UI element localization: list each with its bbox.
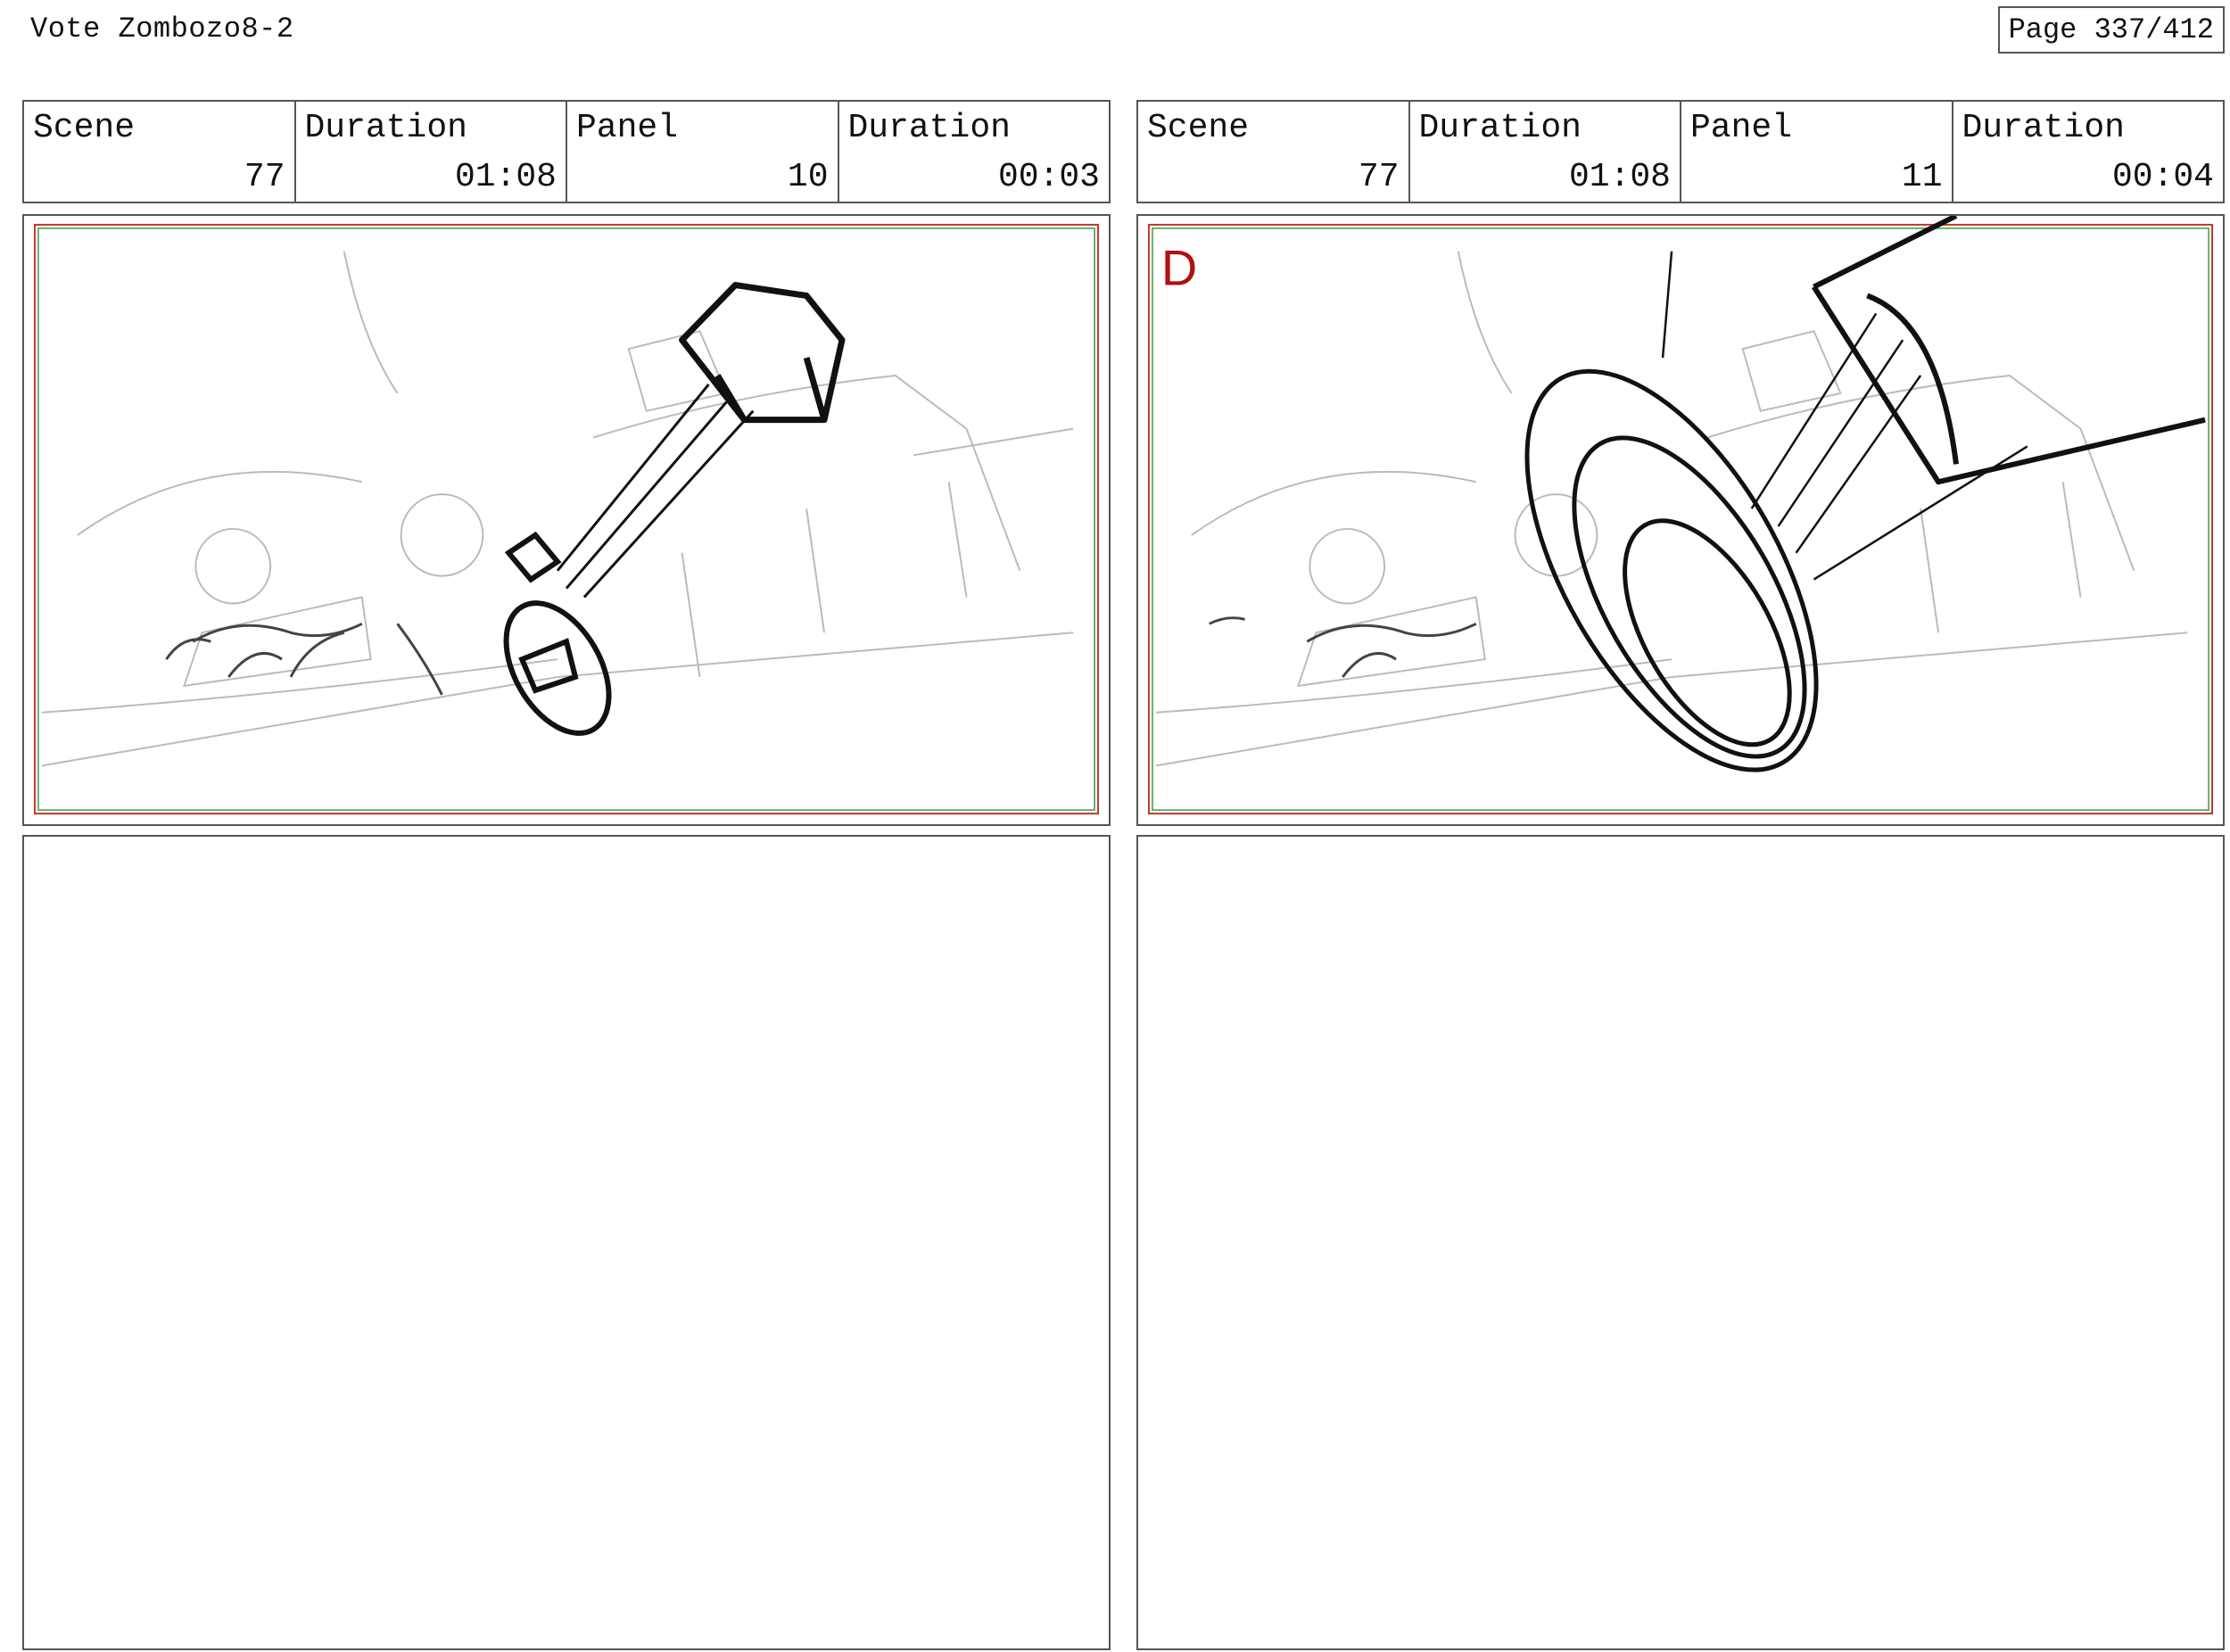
safe-frame-red	[1147, 223, 2214, 815]
motion-lines	[556, 383, 755, 599]
scene-cell: Scene 77	[24, 102, 296, 202]
panel-duration-label: Duration	[1962, 109, 2125, 147]
panel-duration-cell: Duration 00:04	[1953, 102, 2224, 202]
sketch-drawing-10	[33, 223, 1100, 815]
panel-info-row: Scene 77 Duration 01:08 Panel 11 Duratio…	[1136, 100, 2225, 203]
panel-label: Panel	[1690, 109, 1793, 147]
background-sketch	[41, 251, 1074, 767]
panel-column-left: Scene 77 Duration 01:08 Panel 10 Duratio…	[22, 100, 1111, 1650]
storyboard-frame-11: D	[1136, 214, 2225, 826]
mid-sketch	[165, 622, 443, 696]
scene-duration-value: 01:08	[454, 158, 557, 196]
motion-lines	[1661, 251, 2028, 581]
storyboard-frame-10	[22, 214, 1111, 826]
panel-info-row: Scene 77 Duration 01:08 Panel 10 Duratio…	[22, 100, 1111, 203]
scene-duration-cell: Duration 01:08	[1410, 102, 1681, 202]
panel-duration-cell: Duration 00:03	[839, 102, 1110, 202]
panel-notes-11	[1136, 835, 2225, 1650]
scene-value: 77	[244, 158, 285, 196]
scene-cell: Scene 77	[1138, 102, 1410, 202]
safe-frame-red	[33, 223, 1100, 815]
scene-duration-value: 01:08	[1568, 158, 1671, 196]
scene-duration-label: Duration	[1418, 109, 1582, 147]
panel-cell: Panel 11	[1681, 102, 1953, 202]
panel-duration-value: 00:03	[997, 158, 1100, 196]
flying-object-sketch	[679, 282, 846, 424]
ring-sketch	[503, 531, 612, 736]
panel-value: 10	[787, 158, 829, 196]
mid-sketch	[1209, 616, 1477, 678]
scene-duration-label: Duration	[304, 109, 467, 147]
page-number: Page 337/412	[1997, 6, 2225, 54]
panel-duration-value: 00:04	[2111, 158, 2214, 196]
panel-marker: D	[1161, 241, 1197, 296]
panel-label: Panel	[576, 109, 679, 147]
scene-label: Scene	[1147, 109, 1250, 147]
sketch-drawing-11: D	[1147, 216, 2214, 815]
panel-value: 11	[1901, 158, 1943, 196]
document-title: Vote Zombozo8-2	[30, 12, 294, 45]
panel-notes-10	[22, 835, 1111, 1650]
scene-value: 77	[1358, 158, 1400, 196]
safe-frame-green	[37, 227, 1095, 811]
scene-label: Scene	[33, 109, 136, 147]
panel-cell: Panel 10	[567, 102, 839, 202]
panel-column-right: Scene 77 Duration 01:08 Panel 11 Duratio…	[1136, 100, 2225, 1650]
scene-duration-cell: Duration 01:08	[296, 102, 567, 202]
panel-duration-label: Duration	[847, 109, 1011, 147]
